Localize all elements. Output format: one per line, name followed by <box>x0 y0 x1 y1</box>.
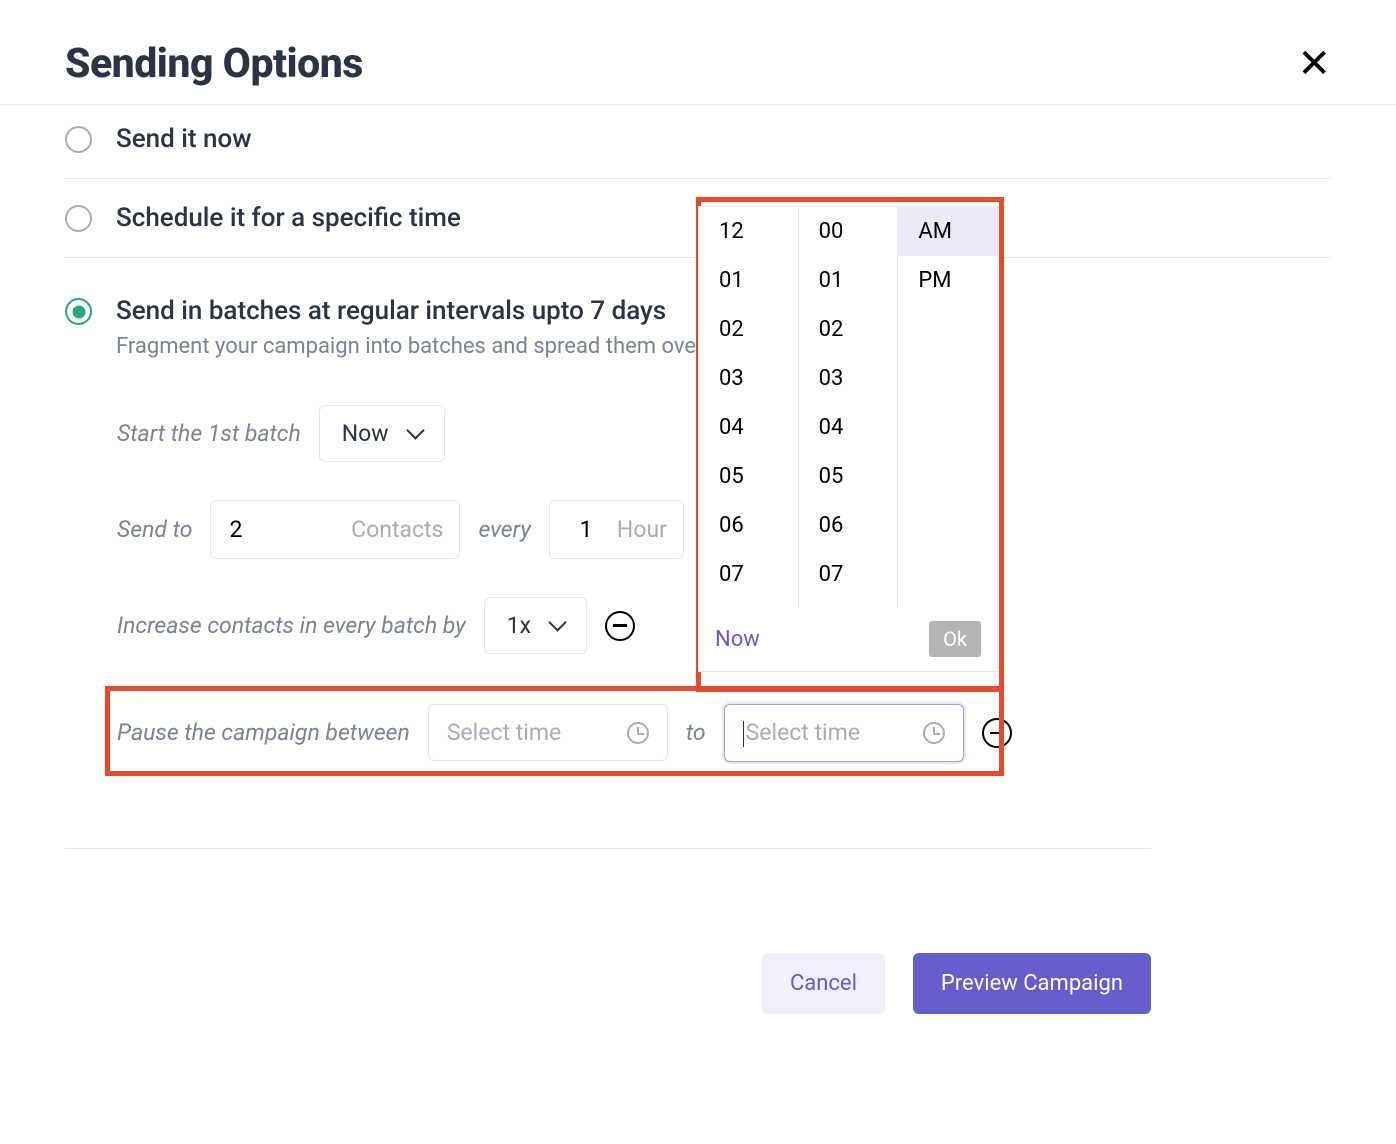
chevron-down-icon <box>548 613 566 631</box>
every-value[interactable] <box>566 515 606 544</box>
pause-label: Pause the campaign between <box>117 719 410 746</box>
minute-cell[interactable]: 05 <box>799 452 898 501</box>
hour-cell[interactable]: 05 <box>699 452 798 501</box>
every-unit: Hour <box>617 516 667 543</box>
close-icon[interactable]: ✕ <box>1297 44 1331 84</box>
send-to-unit: Contacts <box>351 516 443 543</box>
hour-cell[interactable]: 02 <box>699 305 798 354</box>
clock-icon <box>923 722 945 744</box>
time-placeholder: Select time <box>447 719 561 746</box>
preview-campaign-button[interactable]: Preview Campaign <box>913 953 1151 1014</box>
increase-value: 1x <box>507 612 531 639</box>
send-to-value[interactable] <box>227 515 287 544</box>
remove-increase-button[interactable] <box>605 611 635 641</box>
hour-cell[interactable]: 06 <box>699 501 798 550</box>
time-placeholder: Select time <box>743 719 860 747</box>
pause-start-input[interactable]: Select time <box>428 704 668 761</box>
hour-column[interactable]: 1201020304050607 <box>699 207 799 607</box>
remove-pause-button[interactable] <box>982 718 1012 748</box>
now-button[interactable]: Now <box>715 627 760 652</box>
option-send-now[interactable]: Send it now <box>65 108 1331 170</box>
hour-cell[interactable]: 01 <box>699 256 798 305</box>
hour-cell[interactable]: 03 <box>699 354 798 403</box>
minute-column[interactable]: 0001020304050607 <box>799 207 899 607</box>
ampm-cell[interactable]: AM <box>898 207 997 256</box>
clock-icon <box>627 722 649 744</box>
start-batch-value: Now <box>342 420 389 447</box>
every-input[interactable]: Hour <box>549 500 684 559</box>
hour-cell[interactable]: 07 <box>699 550 798 599</box>
hour-cell[interactable]: 12 <box>699 207 798 256</box>
start-batch-label: Start the 1st batch <box>117 420 301 447</box>
increase-select[interactable]: 1x <box>484 597 587 654</box>
increase-label: Increase contacts in every batch by <box>117 612 466 639</box>
modal-title: Sending Options <box>65 40 363 88</box>
radio-send-now[interactable] <box>65 126 92 153</box>
chevron-down-icon <box>406 421 424 439</box>
minute-cell[interactable]: 07 <box>799 550 898 599</box>
cancel-button[interactable]: Cancel <box>762 953 885 1014</box>
to-label: to <box>686 719 706 746</box>
minute-cell[interactable]: 06 <box>799 501 898 550</box>
radio-batches[interactable] <box>65 298 92 325</box>
time-picker-dropdown[interactable]: 1201020304050607 0001020304050607 AMPM N… <box>698 206 998 672</box>
minute-cell[interactable]: 03 <box>799 354 898 403</box>
hour-cell[interactable]: 04 <box>699 403 798 452</box>
minute-cell[interactable]: 02 <box>799 305 898 354</box>
minute-cell[interactable]: 01 <box>799 256 898 305</box>
start-batch-select[interactable]: Now <box>319 405 445 462</box>
pause-end-input[interactable]: Select time <box>724 704 964 762</box>
radio-schedule[interactable] <box>65 205 92 232</box>
ampm-cell[interactable]: PM <box>898 256 997 305</box>
minute-cell[interactable]: 04 <box>799 403 898 452</box>
send-to-input[interactable]: Contacts <box>210 500 460 559</box>
ok-button[interactable]: Ok <box>929 621 981 657</box>
minute-cell[interactable]: 00 <box>799 207 898 256</box>
send-to-label: Send to <box>117 516 192 543</box>
option-label: Send it now <box>116 124 252 154</box>
option-label: Schedule it for a specific time <box>116 203 461 233</box>
ampm-column[interactable]: AMPM <box>898 207 997 607</box>
every-label: every <box>478 516 530 543</box>
